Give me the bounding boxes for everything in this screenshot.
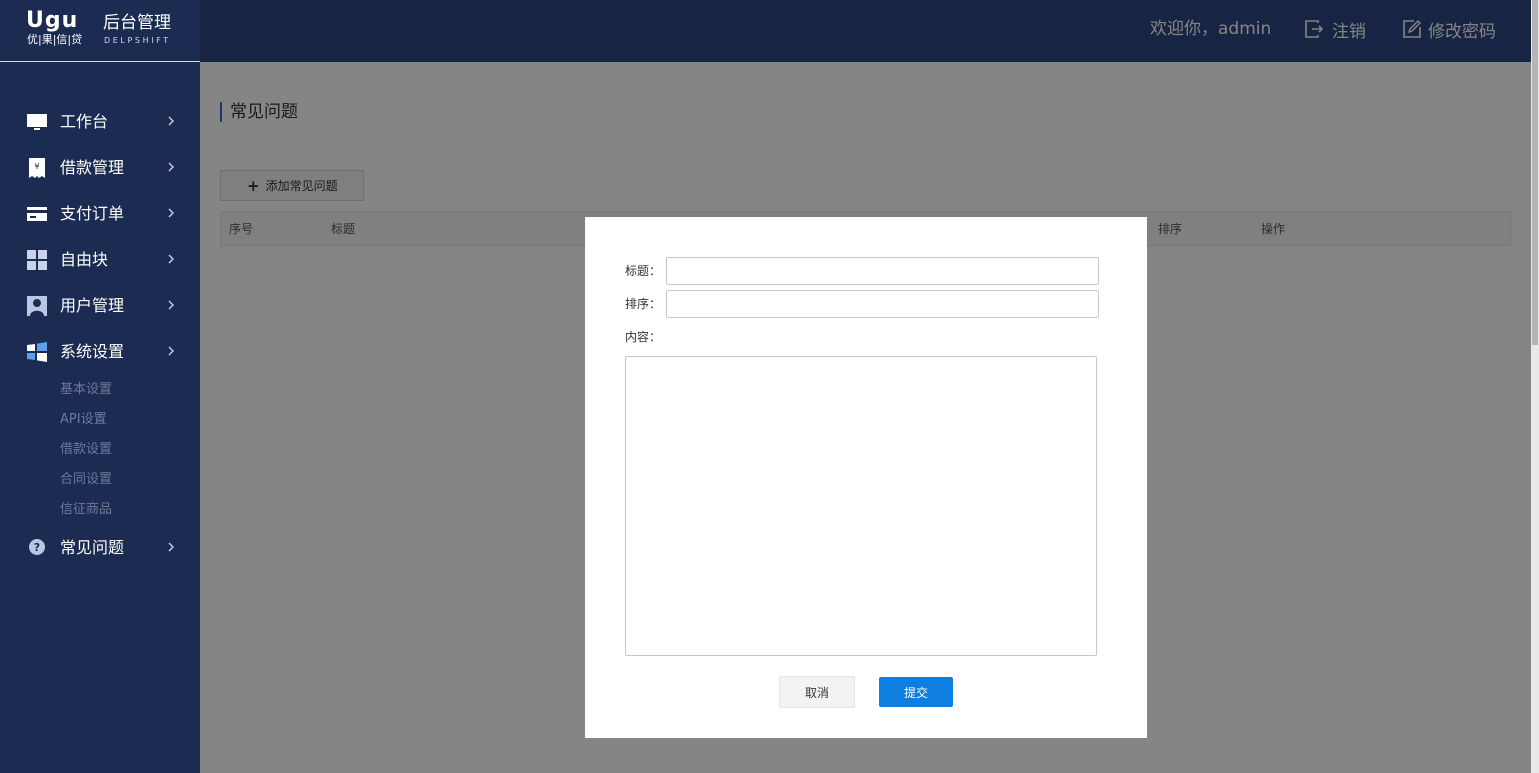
page-scrollbar[interactable] xyxy=(1531,0,1539,773)
submit-button[interactable]: 提交 xyxy=(879,677,953,707)
sidebar-item-label: 常见问题 xyxy=(60,538,125,557)
sidebar-item-loans[interactable]: ¥ 借款管理 xyxy=(0,145,200,191)
system-settings-submenu: 基本设置 API设置 借款设置 合同设置 信征商品 xyxy=(0,375,200,525)
sidebar-item-workbench[interactable]: 工作台 xyxy=(0,99,200,145)
add-faq-dialog: 标题： 排序： 内容： 取消 提交 xyxy=(585,217,1147,738)
order-input[interactable] xyxy=(666,290,1099,318)
grid-icon xyxy=(27,250,47,270)
content-textarea[interactable] xyxy=(625,356,1097,656)
sidebar-item-label: 自由块 xyxy=(60,250,109,269)
submenu-item-basic[interactable]: 基本设置 xyxy=(0,375,200,405)
chevron-right-icon xyxy=(168,542,174,552)
logo-mark: Ugu xyxy=(26,8,79,33)
sidebar-item-faq[interactable]: ? 常见问题 xyxy=(0,525,200,571)
windows-icon xyxy=(27,342,47,362)
receipt-icon: ¥ xyxy=(29,158,45,178)
sidebar-item-free-blocks[interactable]: 自由块 xyxy=(0,237,200,283)
chevron-right-icon xyxy=(168,208,174,218)
submenu-item-loan[interactable]: 借款设置 xyxy=(0,435,200,465)
svg-text:?: ? xyxy=(34,541,40,554)
chevron-right-icon xyxy=(168,254,174,264)
chevron-right-icon xyxy=(168,300,174,310)
title-input[interactable] xyxy=(666,257,1099,285)
scrollbar-thumb[interactable] xyxy=(1532,0,1538,345)
logo-title: 后台管理 xyxy=(103,13,171,33)
submenu-item-contract[interactable]: 合同设置 xyxy=(0,465,200,495)
chevron-right-icon xyxy=(168,162,174,172)
user-icon xyxy=(27,296,47,316)
order-label: 排序： xyxy=(625,297,662,311)
chevron-right-icon xyxy=(168,116,174,126)
sidebar-item-label: 工作台 xyxy=(60,112,109,131)
monitor-icon xyxy=(27,114,47,130)
sidebar-item-label: 借款管理 xyxy=(60,158,125,177)
sidebar-item-users[interactable]: 用户管理 xyxy=(0,283,200,329)
sidebar-item-label: 系统设置 xyxy=(60,342,125,361)
logo-subtitle: 优|果|信|贷 xyxy=(27,33,83,46)
submenu-item-api[interactable]: API设置 xyxy=(0,405,200,435)
question-icon: ? xyxy=(29,539,45,555)
sidebar-menu: 工作台 ¥ 借款管理 支付订单 自由块 用户管理 系统设置 基本设置 API设置… xyxy=(0,99,200,571)
sidebar: Ugu 优|果|信|贷 后台管理 DELPSHIFT 工作台 ¥ 借款管理 支付… xyxy=(0,0,200,773)
sidebar-item-label: 用户管理 xyxy=(60,296,125,315)
logo: Ugu 优|果|信|贷 后台管理 DELPSHIFT xyxy=(0,0,200,62)
svg-text:¥: ¥ xyxy=(34,162,39,171)
title-label: 标题： xyxy=(625,264,662,278)
sidebar-item-payment-orders[interactable]: 支付订单 xyxy=(0,191,200,237)
chevron-right-icon xyxy=(168,346,174,356)
sidebar-item-system-settings[interactable]: 系统设置 xyxy=(0,329,200,375)
submenu-item-credit-goods[interactable]: 信征商品 xyxy=(0,495,200,525)
card-icon xyxy=(27,207,47,221)
sidebar-item-label: 支付订单 xyxy=(60,204,125,223)
logo-english: DELPSHIFT xyxy=(104,36,171,45)
cancel-button[interactable]: 取消 xyxy=(779,676,855,708)
content-label: 内容： xyxy=(625,330,662,344)
